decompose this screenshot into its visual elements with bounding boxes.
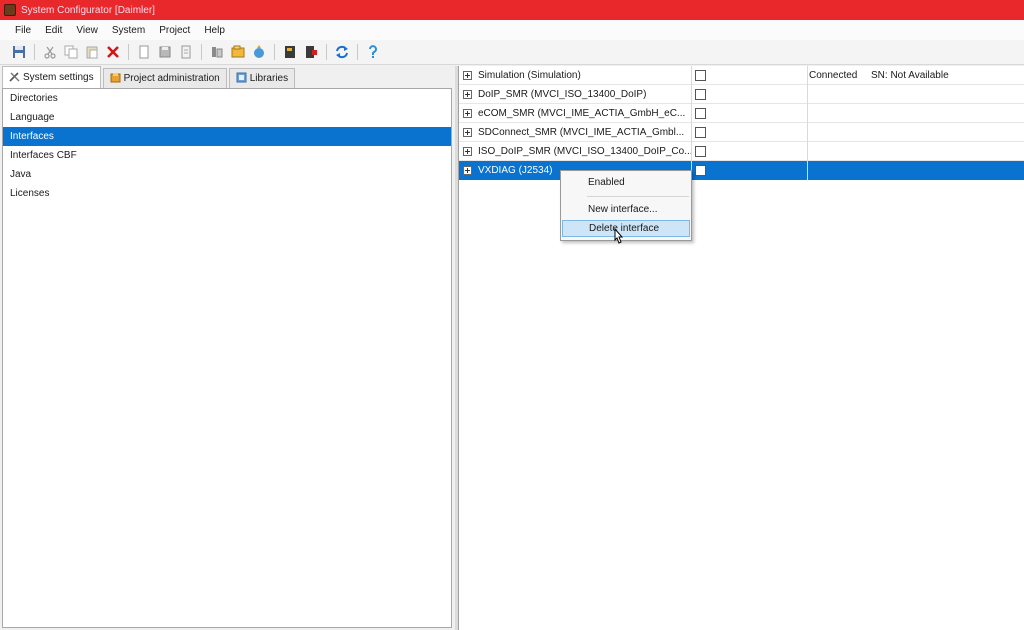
menu-file[interactable]: File xyxy=(8,25,38,36)
library-icon xyxy=(236,72,250,86)
book-icon[interactable] xyxy=(281,43,299,61)
tab-bar: System settings Project administration L… xyxy=(2,66,297,88)
expand-icon[interactable] xyxy=(463,146,472,156)
enabled-checkbox[interactable] xyxy=(695,126,706,138)
settings-item-licenses[interactable]: Licenses xyxy=(3,184,451,203)
settings-item-java[interactable]: Java xyxy=(3,165,451,184)
window-title: System Configurator [Daimler] xyxy=(21,4,155,16)
delete-icon[interactable] xyxy=(104,43,122,61)
toolbar-separator xyxy=(201,44,202,60)
expand-icon[interactable] xyxy=(463,108,472,118)
interface-row-selected[interactable]: VXDIAG (J2534) xyxy=(459,161,1024,180)
interface-row[interactable]: DoIP_SMR (MVCI_ISO_13400_DoIP) xyxy=(459,85,1024,104)
menu-item-enabled[interactable]: Enabled xyxy=(562,174,690,191)
paste-icon[interactable] xyxy=(83,43,101,61)
toolbar-separator xyxy=(274,44,275,60)
save-doc-icon[interactable] xyxy=(156,43,174,61)
project-icon xyxy=(110,72,124,86)
database-icon[interactable] xyxy=(229,43,247,61)
interface-status: Connected xyxy=(809,69,858,81)
refresh-icon[interactable] xyxy=(333,43,351,61)
enabled-checkbox[interactable] xyxy=(695,69,706,81)
tab-project-administration[interactable]: Project administration xyxy=(102,68,227,88)
interface-row[interactable]: ISO_DoIP_SMR (MVCI_ISO_13400_DoIP_Co... xyxy=(459,142,1024,161)
help-icon[interactable] xyxy=(364,43,382,61)
menu-help[interactable]: Help xyxy=(197,25,232,36)
doc-icon[interactable] xyxy=(177,43,195,61)
toolbar xyxy=(0,40,1024,65)
menu-item-new-interface[interactable]: New interface... xyxy=(562,201,690,218)
interface-row[interactable]: SDConnect_SMR (MVCI_IME_ACTIA_Gmbl... xyxy=(459,123,1024,142)
toolbar-separator xyxy=(128,44,129,60)
menu-system[interactable]: System xyxy=(105,25,152,36)
expand-icon[interactable] xyxy=(463,127,472,137)
tab-system-settings[interactable]: System settings xyxy=(2,66,101,88)
menu-bar: File Edit View System Project Help xyxy=(0,20,1024,40)
toolbar-separator xyxy=(34,44,35,60)
tab-label: Project administration xyxy=(123,73,220,84)
expand-icon[interactable] xyxy=(463,89,472,99)
save-icon[interactable] xyxy=(10,43,28,61)
interface-name: Simulation (Simulation) xyxy=(478,69,581,81)
app-icon xyxy=(4,4,16,16)
settings-list: Directories Language Interfaces Interfac… xyxy=(2,88,452,628)
mouse-cursor-icon xyxy=(612,227,624,249)
menu-view[interactable]: View xyxy=(69,25,105,36)
interface-serial: SN: Not Available xyxy=(871,69,949,81)
tab-label: System settings xyxy=(23,72,94,83)
context-menu: Enabled New interface... Delete interfac… xyxy=(560,170,692,241)
settings-item-language[interactable]: Language xyxy=(3,108,451,127)
interface-row[interactable]: Simulation (Simulation) Connected SN: No… xyxy=(459,66,1024,85)
enabled-checkbox[interactable] xyxy=(695,88,706,100)
title-bar: System Configurator [Daimler] xyxy=(0,0,1024,20)
interface-name: SDConnect_SMR (MVCI_IME_ACTIA_Gmbl... xyxy=(478,126,685,138)
flag-icon[interactable] xyxy=(302,43,320,61)
enabled-checkbox[interactable] xyxy=(695,164,706,176)
expand-icon[interactable] xyxy=(463,165,472,175)
settings-icon[interactable] xyxy=(208,43,226,61)
interface-name: eCOM_SMR (MVCI_IME_ACTIA_GmbH_eC... xyxy=(478,107,686,119)
tools-icon xyxy=(9,71,23,85)
tab-label: Libraries xyxy=(249,73,289,84)
interfaces-grid: Simulation (Simulation) Connected SN: No… xyxy=(458,66,1024,630)
interface-name: ISO_DoIP_SMR (MVCI_ISO_13400_DoIP_Co... xyxy=(478,145,693,157)
new-doc-icon[interactable] xyxy=(135,43,153,61)
interface-row[interactable]: eCOM_SMR (MVCI_IME_ACTIA_GmbH_eC... xyxy=(459,104,1024,123)
enabled-checkbox[interactable] xyxy=(695,145,706,157)
cut-icon[interactable] xyxy=(41,43,59,61)
column-divider xyxy=(807,66,808,180)
settings-item-interfaces-cbf[interactable]: Interfaces CBF xyxy=(3,146,451,165)
copy-icon[interactable] xyxy=(62,43,80,61)
menu-edit[interactable]: Edit xyxy=(38,25,69,36)
menu-item-delete-interface[interactable]: Delete interface xyxy=(562,220,690,237)
toolbar-separator xyxy=(326,44,327,60)
toolbar-separator xyxy=(357,44,358,60)
enabled-checkbox[interactable] xyxy=(695,107,706,119)
interface-name: DoIP_SMR (MVCI_ISO_13400_DoIP) xyxy=(478,88,647,100)
menu-project[interactable]: Project xyxy=(152,25,197,36)
column-divider xyxy=(691,66,692,180)
menu-separator xyxy=(587,196,689,197)
export-icon[interactable] xyxy=(250,43,268,61)
expand-icon[interactable] xyxy=(463,70,472,80)
settings-item-interfaces[interactable]: Interfaces xyxy=(3,127,451,146)
settings-item-directories[interactable]: Directories xyxy=(3,89,451,108)
left-pane: System settings Project administration L… xyxy=(0,66,455,630)
tab-libraries[interactable]: Libraries xyxy=(228,68,296,88)
